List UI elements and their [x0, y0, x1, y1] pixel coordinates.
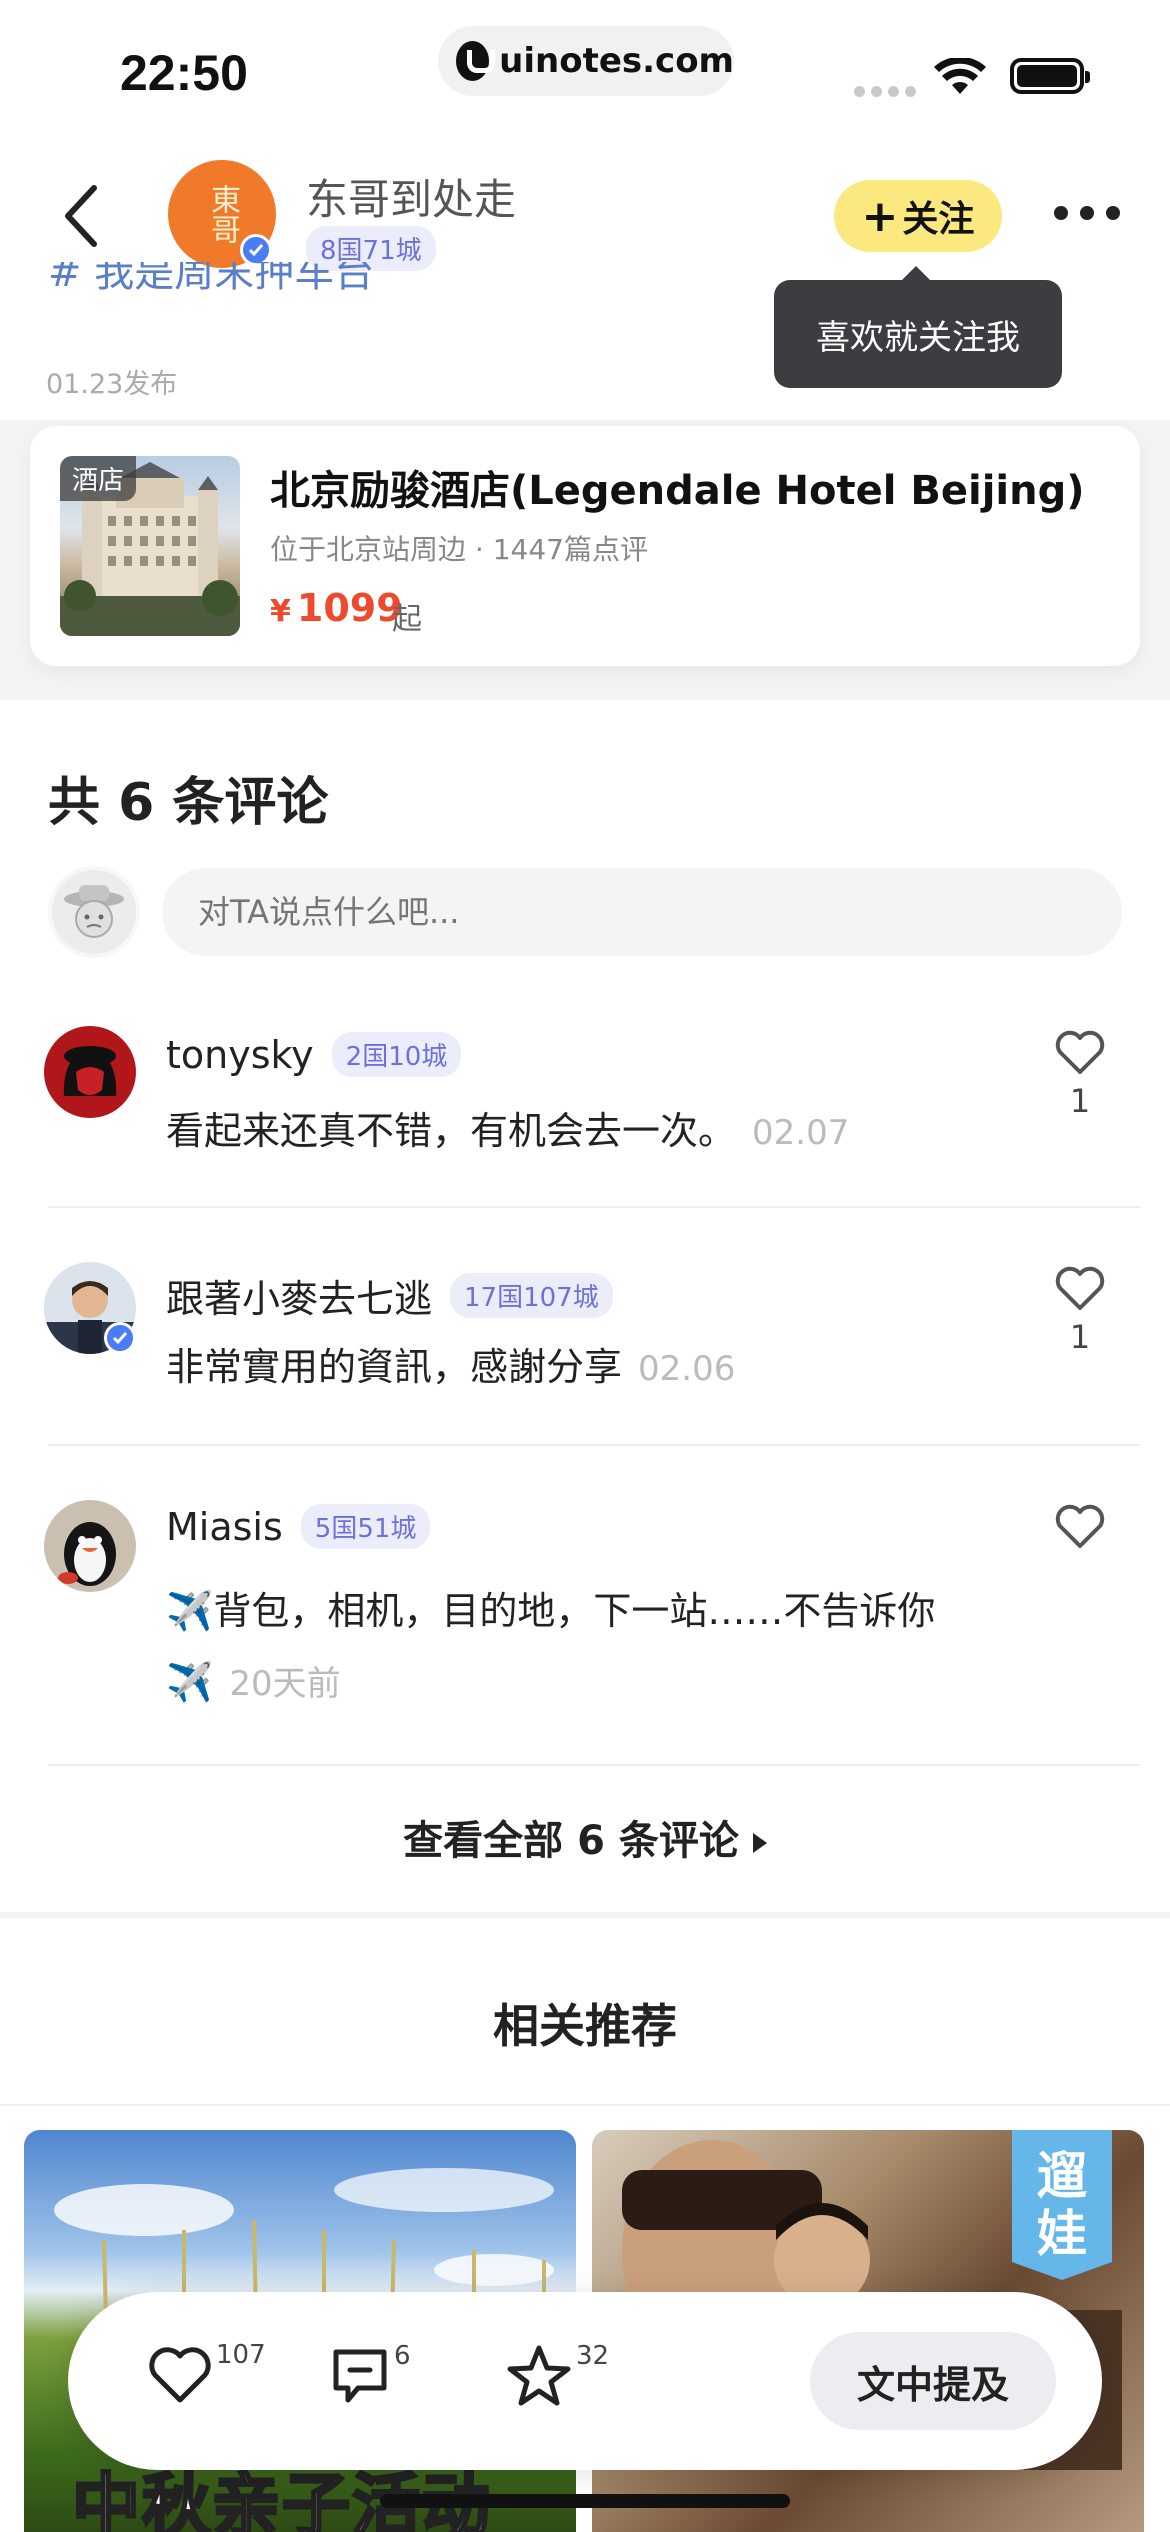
url-pill[interactable]: uinotes.com — [438, 26, 734, 96]
heart-icon — [1055, 1030, 1105, 1074]
favorite-button[interactable]: 32 — [506, 2341, 610, 2408]
comment-button[interactable]: 6 — [330, 2341, 411, 2406]
comment-body: 看起来还真不错，有机会去一次。 02.07 — [166, 1100, 849, 1155]
comment-icon — [333, 2349, 387, 2403]
hotel-location: 位于北京站周边 · 1447篇点评 — [270, 533, 648, 566]
author-avatar-text: 東哥 — [205, 184, 240, 244]
comment-like-button[interactable]: 1 — [1050, 1030, 1110, 1120]
comment-like-count: 1 — [1069, 1082, 1091, 1120]
battery-icon — [1010, 58, 1090, 94]
commenter-badge: 2国10城 — [331, 1032, 462, 1077]
default-avatar-icon — [64, 885, 124, 938]
commenter-name[interactable]: Miasis — [166, 1505, 283, 1549]
comment-body-line2: ✈️ 20天前 — [166, 1656, 341, 1705]
follow-tooltip: 喜欢就关注我 — [774, 266, 1062, 388]
like-button[interactable]: 107 — [148, 2340, 266, 2404]
status-time: 22:50 — [120, 45, 248, 101]
publish-date: 01.23发布 — [46, 369, 178, 400]
star-icon — [507, 2345, 571, 2406]
commenter-name[interactable]: 跟著小麥去七逃 — [166, 1268, 432, 1323]
cellular-signal-icon — [854, 86, 916, 97]
recommend-title: 相关推荐 — [493, 1999, 677, 2053]
verified-icon — [104, 1322, 136, 1354]
comment-text: ✈️背包，相机，目的地，下一站……不告诉你 — [166, 1589, 936, 1633]
commenter-avatar[interactable] — [44, 1026, 136, 1118]
hotel-price: ¥1099 — [270, 586, 403, 630]
comment-input[interactable] — [162, 868, 1122, 956]
view-all-comments-link[interactable]: 查看全部 6 条评论 — [0, 1808, 1170, 1866]
favorite-count: 32 — [576, 2341, 610, 2371]
wifi-icon — [934, 56, 986, 100]
comment-text: 非常實用的資訊，感謝分享 — [166, 1345, 623, 1389]
comment-date: 20天前 — [229, 1664, 341, 1704]
my-avatar — [48, 866, 140, 958]
home-indicator — [380, 2494, 790, 2508]
triangle-right-icon — [752, 1833, 767, 1853]
mentioned-in-post-button[interactable]: 文中提及 — [810, 2332, 1056, 2430]
author-name[interactable]: 东哥到处走 — [306, 166, 516, 227]
commenter-name[interactable]: tonysky — [166, 1033, 314, 1077]
comment-date: 02.06 — [638, 1349, 736, 1389]
chevron-left-icon — [65, 185, 97, 247]
like-count: 107 — [216, 2340, 266, 2370]
heart-icon — [1055, 1504, 1105, 1548]
comment-text: 看起来还真不错，有机会去一次。 — [166, 1109, 737, 1153]
comments-title: 共 6 条评论 — [48, 773, 329, 833]
commenter-badge: 5国51城 — [300, 1504, 431, 1549]
comment-count: 6 — [394, 2341, 411, 2371]
follow-label: 关注 — [902, 199, 975, 240]
recommend-divider — [0, 2104, 1170, 2106]
follow-button[interactable]: + 关注 — [834, 180, 1002, 252]
commenter-badge: 17国107城 — [450, 1273, 613, 1318]
heart-icon — [149, 2347, 211, 2403]
comment-body: 非常實用的資訊，感謝分享 02.06 — [166, 1336, 735, 1391]
comment-divider — [48, 1764, 1140, 1766]
heart-icon — [1055, 1266, 1105, 1310]
commenter-avatar[interactable] — [44, 1500, 136, 1592]
comment-divider — [48, 1444, 1140, 1446]
more-options-icon[interactable] — [1054, 206, 1120, 220]
comment-date: 02.07 — [752, 1113, 850, 1153]
back-button[interactable] — [56, 176, 116, 256]
hotel-tag: 酒店 — [60, 456, 137, 501]
hotel-price-suffix: 起 — [392, 602, 422, 637]
site-logo-icon — [456, 41, 496, 81]
comment-like-count: 1 — [1069, 1318, 1091, 1356]
comment-like-button[interactable]: 1 — [1050, 1266, 1110, 1356]
view-all-label: 查看全部 6 条评论 — [403, 1818, 739, 1864]
plus-icon: + — [861, 190, 899, 242]
comment-divider — [48, 1206, 1140, 1208]
comment-text-continued: ✈️ — [166, 1660, 214, 1704]
recommend-tag: 遛 娃 — [1012, 2130, 1112, 2280]
comment-like-button[interactable] — [1050, 1504, 1110, 1550]
hotel-image: 酒店 — [60, 456, 240, 636]
url-text: uinotes.com — [499, 41, 734, 81]
post-truncated-text: # 我是周末押车台 — [48, 262, 375, 296]
hotel-name: 北京励骏酒店(Legendale Hotel Beijing) — [270, 468, 1085, 514]
